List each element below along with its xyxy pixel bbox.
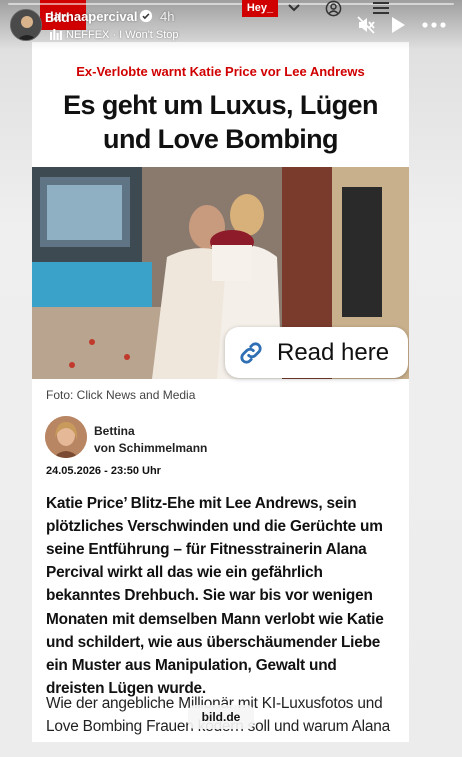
music-track[interactable]: NEFFEX · I Won't Stop <box>66 29 179 41</box>
article-screenshot: Ex-Verlobte warnt Katie Price vor Lee An… <box>32 42 409 742</box>
article-kicker: Ex-Verlobte warnt Katie Price vor Lee An… <box>76 64 365 79</box>
photo-caption: Foto: Click News and Media <box>46 388 196 402</box>
link-domain-label[interactable]: bild.de <box>188 705 254 729</box>
story-time-ago: 4h <box>160 9 175 24</box>
mute-icon[interactable] <box>356 15 376 35</box>
hey-badge: Hey_ <box>242 0 278 17</box>
music-icon <box>50 29 62 40</box>
more-icon[interactable] <box>422 22 446 28</box>
article-headline: Es geht um Luxus, Lügen und Love Bombing <box>63 90 378 155</box>
article-lead: Katie Price’ Blitz-Ehe mit Lee Andrews, … <box>46 495 384 697</box>
link-icon <box>240 341 262 364</box>
user-avatar[interactable] <box>10 9 42 41</box>
author-first-name: Bettina <box>94 424 135 438</box>
author-avatar <box>45 416 87 458</box>
publish-date: 24.05.2026 - 23:50 Uhr <box>46 465 161 477</box>
read-here-link-sticker[interactable]: Read here <box>225 327 408 378</box>
menu-icon <box>373 2 389 14</box>
story-viewer: Ex-Verlobte warnt Katie Price vor Lee An… <box>0 0 462 757</box>
author-last-name: von Schimmelmann <box>94 441 208 456</box>
author-name: Bettina von Schimmelmann <box>94 423 207 458</box>
username[interactable]: larnaapercival <box>50 9 137 24</box>
read-here-label: Read here <box>277 338 390 366</box>
play-icon[interactable] <box>390 15 406 35</box>
chevron-down-icon <box>288 4 300 12</box>
account-icon <box>325 0 342 17</box>
verified-icon <box>139 9 153 23</box>
